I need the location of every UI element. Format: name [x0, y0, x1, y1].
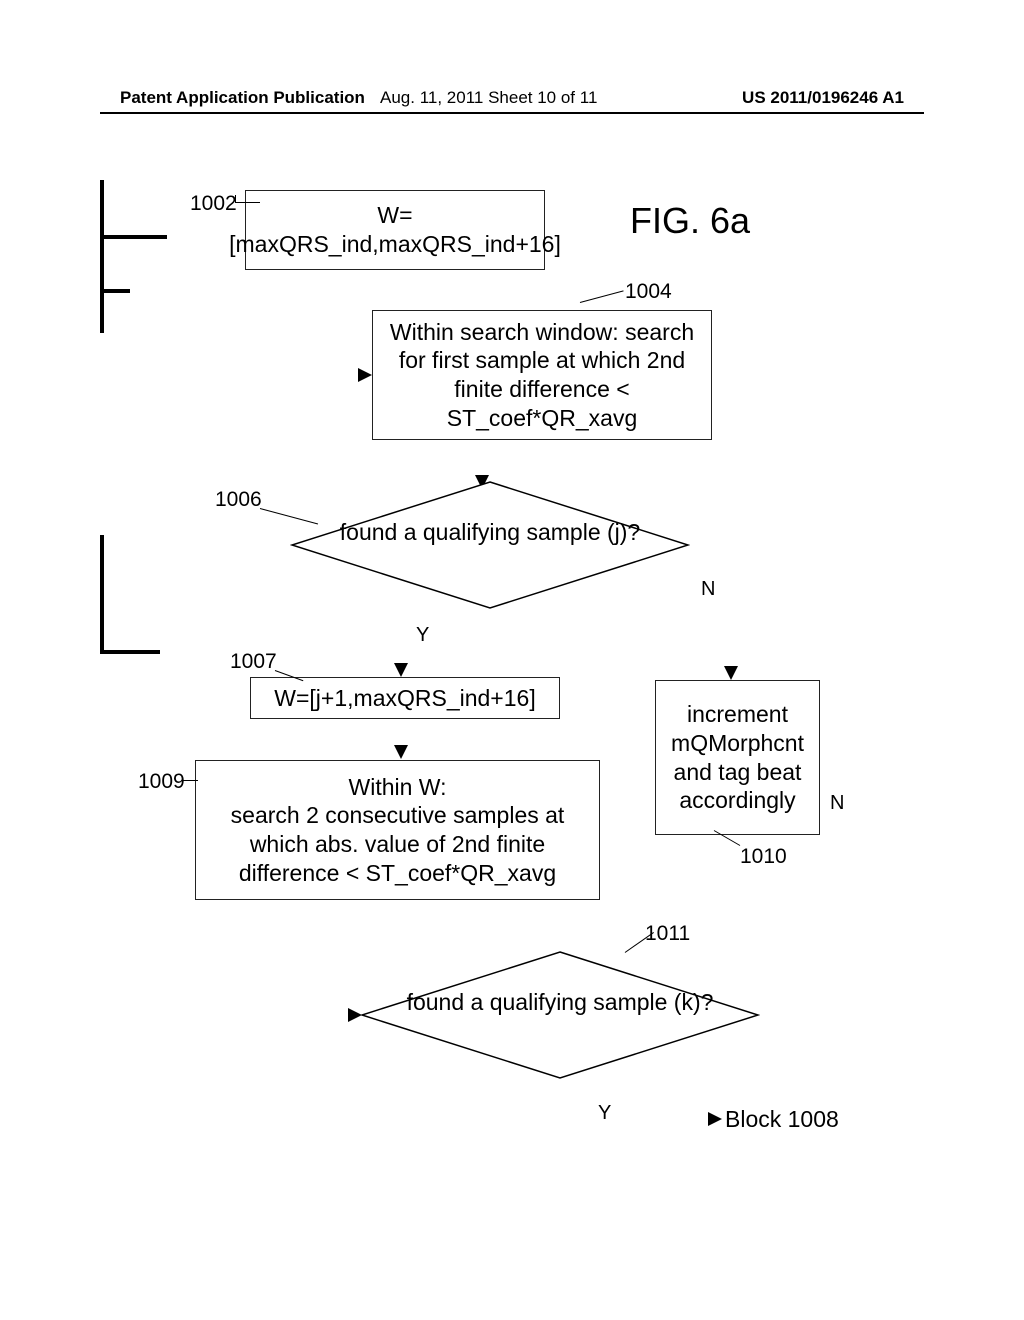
diamond-1011: found a qualifying sample (k)?: [360, 950, 760, 1080]
flowchart-canvas: FIG. 6a W=[maxQRS_ind,maxQRS_ind+16] 100…: [100, 180, 924, 1230]
header-left: Patent Application Publication: [120, 88, 365, 107]
label-y-1006: Y: [416, 624, 429, 647]
conn-1009-1011-v: [100, 535, 104, 650]
box-1002: W=[maxQRS_ind,maxQRS_ind+16]: [245, 190, 545, 270]
diamond-1006-text: found a qualifying sample (j)?: [290, 518, 690, 547]
ref-1009: 1009: [138, 770, 185, 794]
label-n-1011: N: [830, 792, 844, 815]
header-mid: Aug. 11, 2011 Sheet 10 of 11: [380, 88, 597, 108]
box-1009: Within W: search 2 consecutive samples a…: [195, 760, 600, 900]
conn-1006-n-v: [100, 399, 102, 504]
figure-title: FIG. 6a: [630, 200, 750, 242]
label-n-1006: N: [701, 578, 715, 601]
box-1004: Within search window: search for first s…: [372, 310, 712, 440]
leader-1002-tick: [235, 195, 236, 203]
arrow-into-1010: [724, 666, 738, 680]
conn-1011-n-h1: [100, 654, 210, 656]
conn-1002-1004-v: [100, 180, 104, 235]
header-rule: [100, 112, 924, 114]
conn-1002-1004-v2: [100, 239, 104, 289]
ref-1010: 1010: [740, 845, 787, 869]
conn-1002-1004-h2: [100, 289, 130, 293]
box-1007: W=[j+1,maxQRS_ind+16]: [250, 677, 560, 719]
conn-1006-y-v2: [100, 365, 102, 397]
diamond-1006: found a qualifying sample (j)?: [290, 480, 690, 610]
arrow-into-1004: [358, 368, 372, 382]
box-1010: increment mQMorphcnt and tag beat accord…: [655, 680, 820, 835]
leader-1004: [580, 290, 624, 303]
conn-1006-y-v1: [100, 333, 102, 363]
arrow-into-1009: [394, 745, 408, 759]
conn-1002-1004-h1: [100, 235, 167, 239]
diamond-1011-text: found a qualifying sample (k)?: [360, 988, 760, 1017]
ref-1002: 1002: [190, 192, 237, 216]
header-right: US 2011/0196246 A1: [742, 88, 904, 108]
arrow-into-1007: [394, 663, 408, 677]
conn-1007-1009: [100, 504, 102, 535]
ref-1006: 1006: [215, 488, 262, 512]
arrow-to-1008: [708, 1112, 722, 1126]
conn-1011-y-v: [100, 1013, 102, 1053]
conn-1011-n-h2: [100, 1011, 212, 1013]
ref-1004: 1004: [625, 280, 672, 304]
ref-1007: 1007: [230, 650, 277, 674]
block-1008-label: Block 1008: [725, 1106, 839, 1133]
label-y-1011: Y: [598, 1102, 611, 1125]
conn-1011-y-h: [100, 1053, 250, 1055]
conn-1004-1006: [100, 293, 104, 333]
leader-1009: [183, 780, 198, 781]
conn-1011-n-v: [100, 656, 102, 1011]
conn-1006-y-h: [100, 363, 142, 365]
page-header: Patent Application Publication Aug. 11, …: [0, 88, 1024, 108]
conn-1006-n-h: [100, 397, 155, 399]
leader-1002: [235, 202, 260, 203]
